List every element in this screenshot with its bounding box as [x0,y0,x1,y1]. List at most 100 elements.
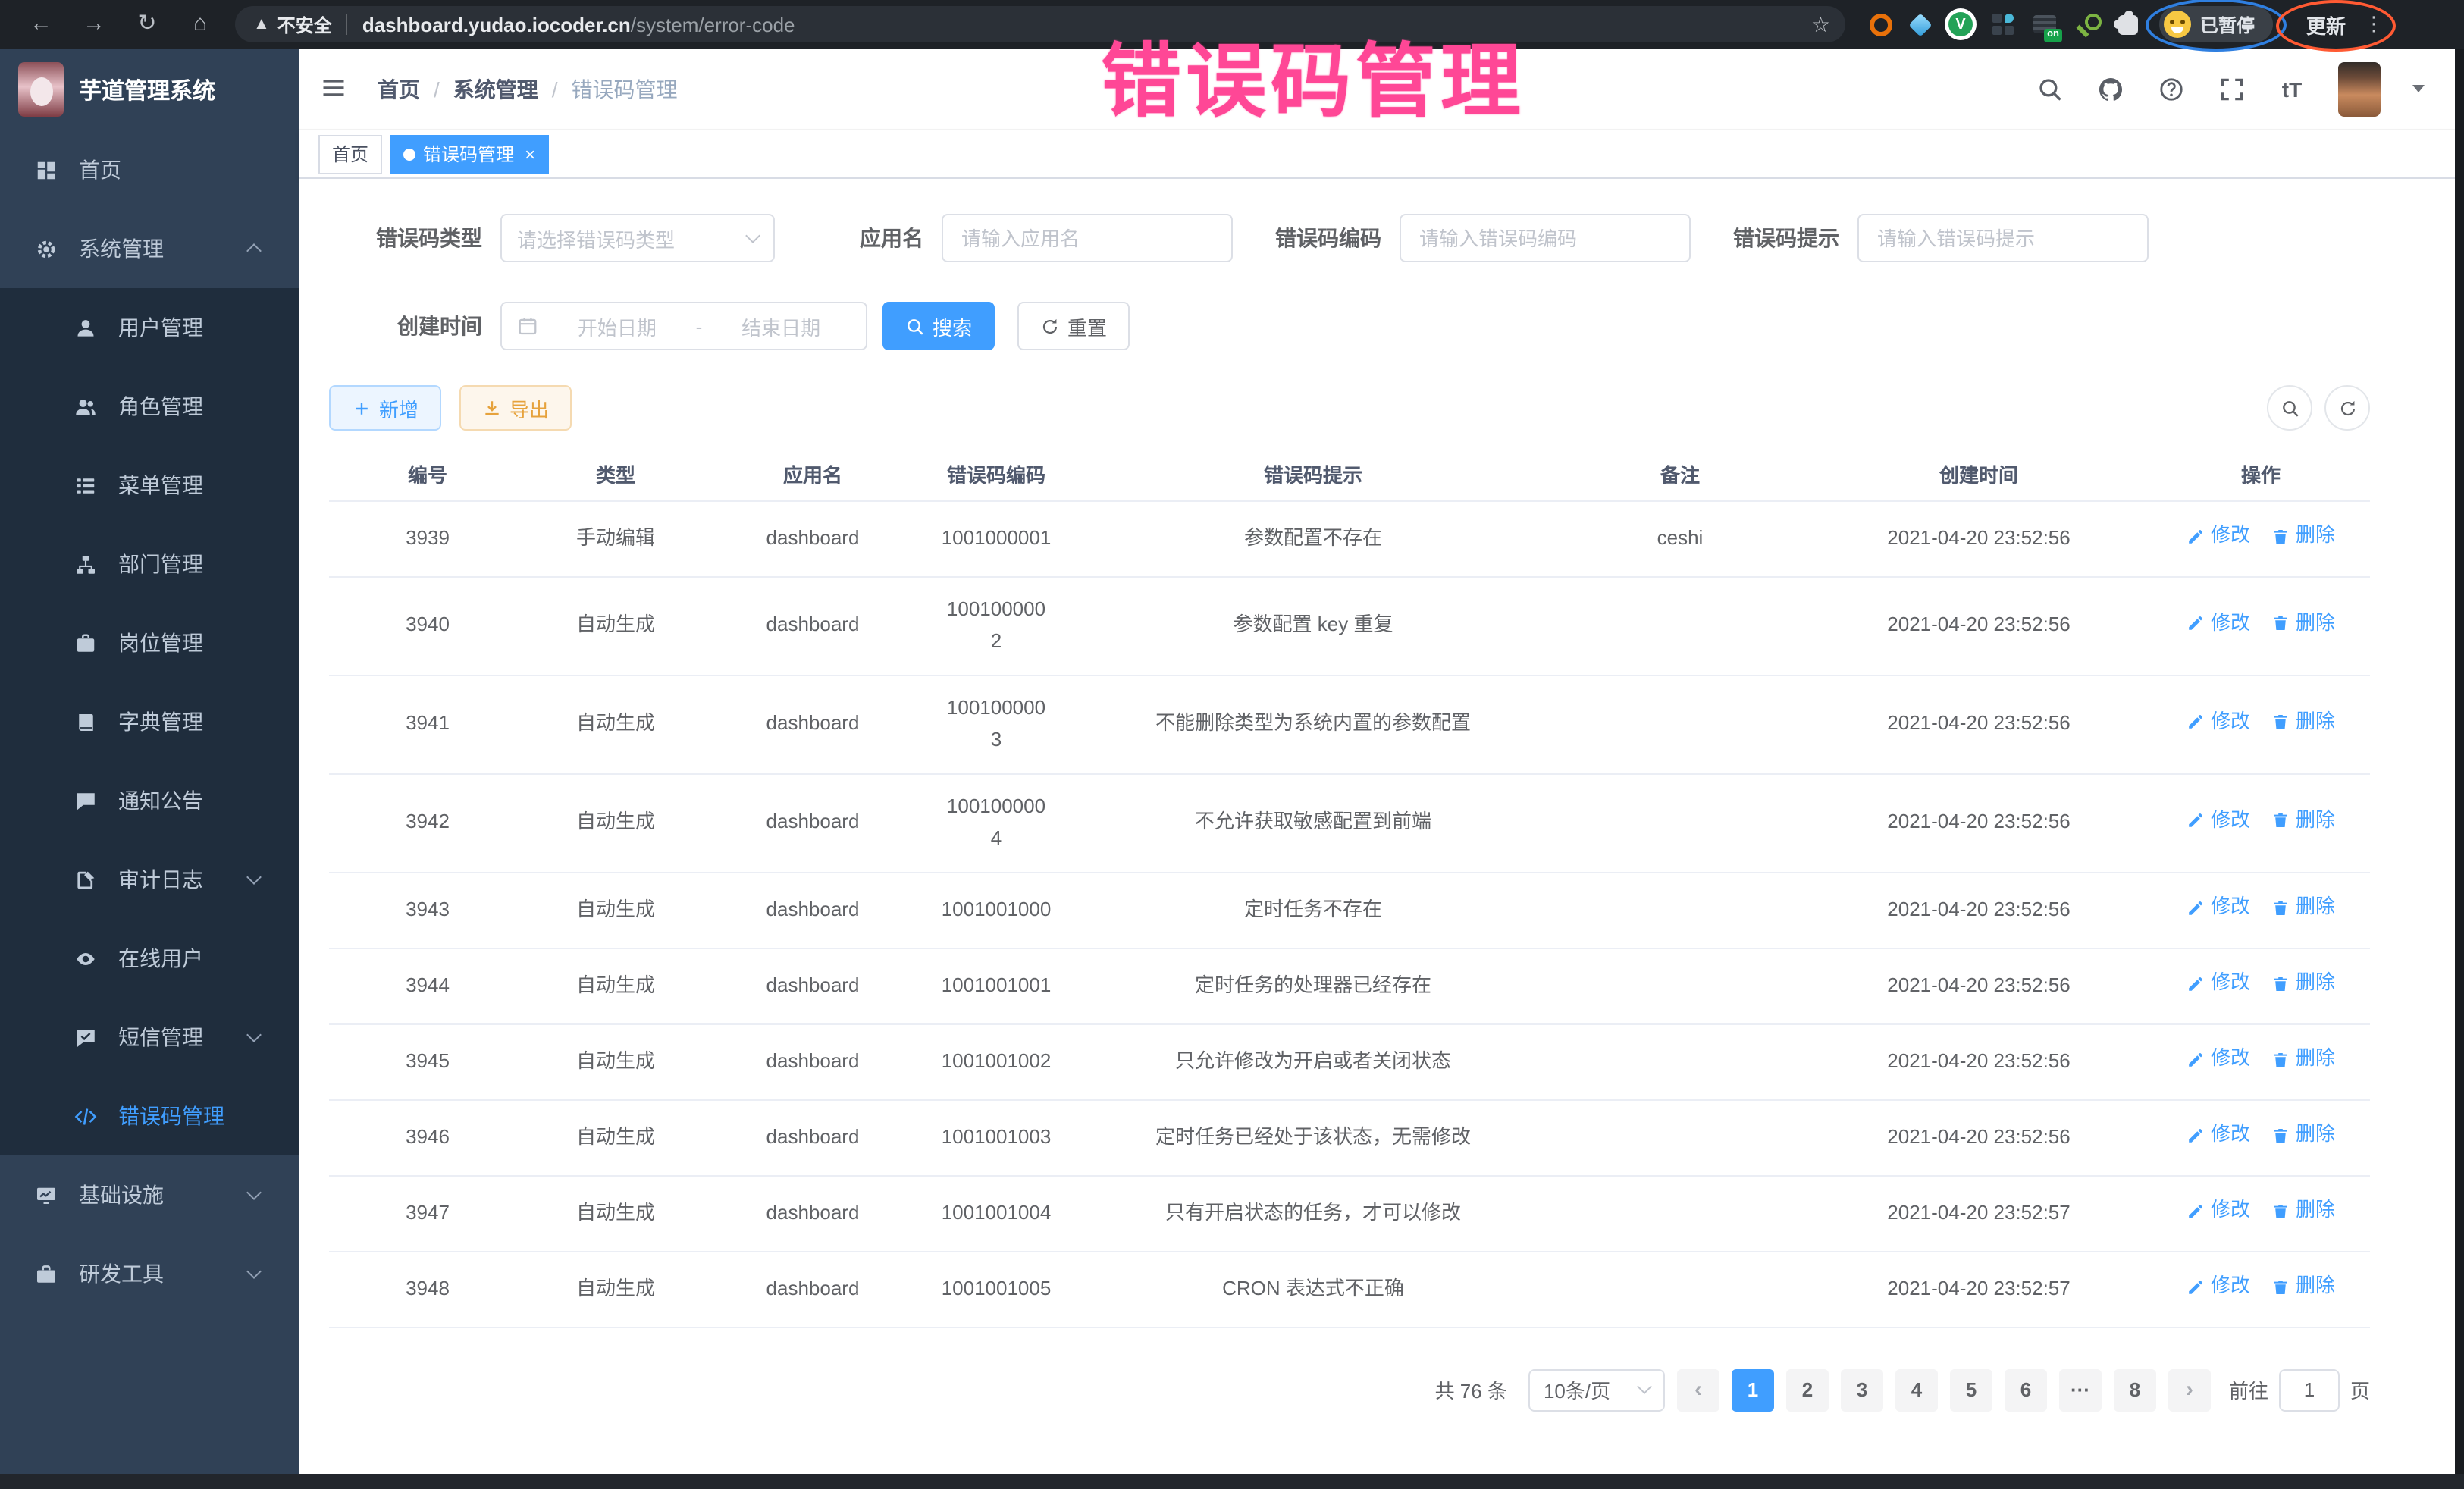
delete-link[interactable]: 删除 [2271,707,2335,738]
delete-link[interactable]: 删除 [2271,1271,2335,1303]
reload-icon[interactable]: ↻ [133,0,161,49]
extension-puzzle-icon[interactable] [2118,14,2138,34]
bookmark-star-icon[interactable]: ☆ [1811,11,1830,37]
page-button-8[interactable]: 8 [2114,1368,2156,1411]
page-button-5[interactable]: 5 [1950,1368,1992,1411]
extension-on-badge-icon[interactable]: on [2033,15,2056,33]
edit-link[interactable]: 修改 [2187,1120,2250,1152]
profile-paused-chip[interactable]: 已暂停 [2159,6,2273,42]
edit-link[interactable]: 修改 [2187,805,2250,837]
goto-page-input[interactable] [2279,1368,2340,1411]
sidebar-logo-row[interactable]: 芋道管理系统 [0,49,299,130]
edit-link[interactable]: 修改 [2187,968,2250,1000]
delete-link[interactable]: 删除 [2271,608,2335,640]
page-button-3[interactable]: 3 [1841,1368,1883,1411]
extension-orange-ring-icon[interactable] [1870,13,1892,36]
edit-link[interactable]: 修改 [2187,1271,2250,1303]
page-size-select[interactable]: 10条/页 [1528,1368,1665,1411]
sidebar-item-user-management[interactable]: 用户管理 [0,288,299,367]
page-button-2[interactable]: 2 [1786,1368,1829,1411]
tab-home[interactable]: 首页 [318,134,382,174]
sidebar-item-post-management[interactable]: 岗位管理 [0,603,299,682]
user-avatar[interactable] [2338,61,2381,116]
error-code-input[interactable] [1400,214,1691,262]
export-button[interactable]: 导出 [459,385,572,431]
table-row: 3948自动生成dashboard1001001005CRON 表达式不正确20… [329,1251,2370,1327]
table-column-header: 类型 [526,449,705,500]
window-scrollbar[interactable] [2455,49,2464,1474]
refresh-table-button[interactable] [2324,385,2370,431]
home-icon[interactable]: ⌂ [187,0,214,49]
sidebar-item-audit-log[interactable]: 审计日志 [0,840,299,919]
sidebar-item-menu-management[interactable]: 菜单管理 [0,446,299,525]
sidebar-item-error-code-management[interactable]: 错误码管理 [0,1077,299,1155]
next-page-button[interactable]: › [2168,1368,2211,1411]
app-name-input[interactable] [942,214,1233,262]
extension-squares-icon[interactable] [1992,14,2014,35]
error-hint-input[interactable] [1857,214,2149,262]
cell-type: 自动生成 [526,872,705,948]
sidebar-item-dict-management[interactable]: 字典管理 [0,682,299,761]
cell-id: 3940 [329,576,526,675]
address-bar[interactable]: ▲ 不安全 dashboard.yudao.iocoder.cn/system/… [235,6,1845,42]
delete-link[interactable]: 删除 [2271,1196,2335,1227]
sidebar-item-label: 首页 [79,155,121,185]
edit-link[interactable]: 修改 [2187,1044,2250,1076]
breadcrumb-item[interactable]: 首页 [378,74,420,104]
delete-link[interactable]: 删除 [2271,1044,2335,1076]
chevron-down-icon [246,1185,262,1200]
github-icon[interactable] [2096,74,2124,103]
back-icon[interactable]: ← [27,0,55,49]
cell-error-hint: 只允许修改为开启或者关闭状态 [1072,1023,1554,1099]
page-button-4[interactable]: 4 [1895,1368,1938,1411]
fullscreen-icon[interactable] [2217,74,2246,103]
delete-link[interactable]: 删除 [2271,521,2335,553]
delete-link[interactable]: 删除 [2271,968,2335,1000]
edit-link[interactable]: 修改 [2187,707,2250,738]
hamburger-icon[interactable] [320,74,350,104]
edit-link[interactable]: 修改 [2187,1196,2250,1227]
delete-link[interactable]: 删除 [2271,892,2335,924]
prev-page-button[interactable]: ‹ [1677,1368,1719,1411]
tab-error-code[interactable]: 错误码管理× [390,134,549,174]
help-icon[interactable] [2156,74,2185,103]
font-size-icon[interactable]: tT [2277,74,2306,103]
avatar-caret-down-icon[interactable] [2412,85,2425,92]
cell-actions: 修改删除 [2152,1251,2370,1327]
extension-key-icon[interactable] [2076,13,2099,36]
toggle-search-button[interactable] [2267,385,2312,431]
sidebar-item-system-management[interactable]: 系统管理 [0,209,299,288]
sidebar-item-dev-tools[interactable]: 研发工具 [0,1234,299,1313]
close-tab-icon[interactable]: × [525,145,535,163]
extension-blue-gem-icon[interactable] [1912,16,1929,33]
error-type-select[interactable]: 请选择错误码类型 [500,214,775,262]
breadcrumb-item[interactable]: 系统管理 [453,74,538,104]
page-button-1[interactable]: 1 [1732,1368,1774,1411]
edit-link[interactable]: 修改 [2187,892,2250,924]
edit-link[interactable]: 修改 [2187,608,2250,640]
sidebar-item-notice[interactable]: 通知公告 [0,761,299,840]
page-button-6[interactable]: 6 [2005,1368,2047,1411]
update-button[interactable]: 更新 [2306,10,2346,39]
sidebar-item-sms-management[interactable]: 短信管理 [0,998,299,1077]
delete-link[interactable]: 删除 [2271,1120,2335,1152]
forward-icon[interactable]: → [80,0,108,49]
browser-menu-icon[interactable]: ⋮ [2364,12,2384,36]
edit-link[interactable]: 修改 [2187,521,2250,553]
add-button[interactable]: 新增 [329,385,441,431]
search-icon[interactable] [2035,74,2064,103]
sidebar-item-infrastructure[interactable]: 基础设施 [0,1155,299,1234]
extension-green-v-icon: V [1948,12,1973,36]
reset-button[interactable]: 重置 [1017,302,1130,350]
extension-green-v-icon[interactable]: V [1948,12,1973,36]
table-body: 3939手动编辑dashboard1001000001参数配置不存在ceshi2… [329,500,2370,1327]
search-button[interactable]: 搜索 [882,302,995,350]
sidebar-item-role-management[interactable]: 角色管理 [0,367,299,446]
sidebar-item-home[interactable]: 首页 [0,130,299,209]
create-time-range-picker[interactable]: 开始日期 - 结束日期 [500,302,867,350]
cell-app-name: dashboard [705,773,920,872]
delete-link[interactable]: 删除 [2271,805,2335,837]
sidebar-item-online-user[interactable]: 在线用户 [0,919,299,998]
sidebar-item-dept-management[interactable]: 部门管理 [0,525,299,603]
cell-app-name: dashboard [705,1175,920,1251]
